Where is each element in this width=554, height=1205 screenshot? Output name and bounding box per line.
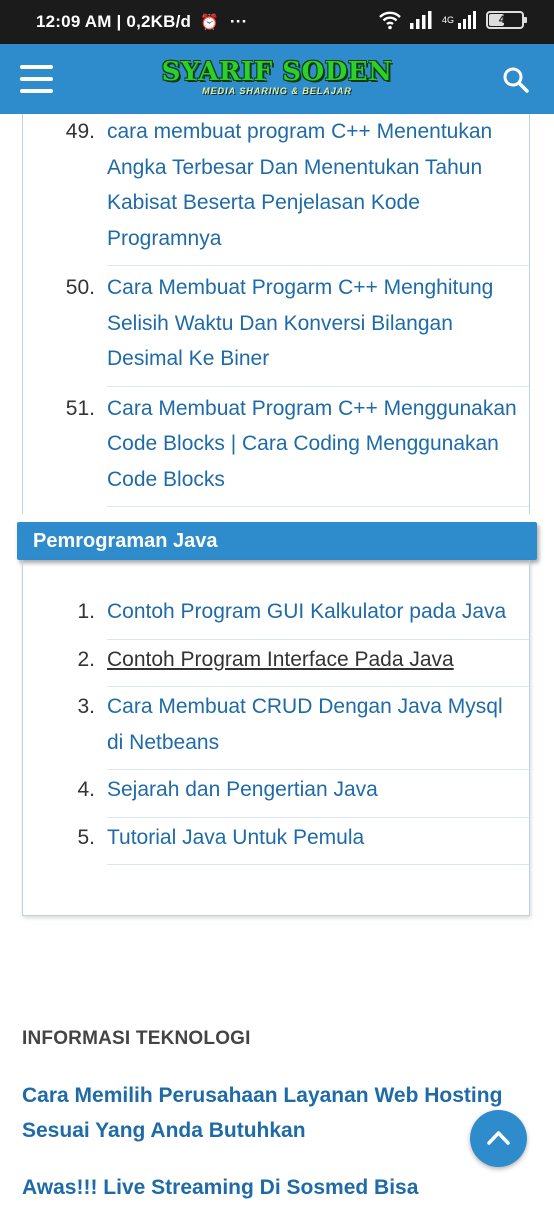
section-header-java: Pemrograman Java bbox=[17, 522, 537, 560]
list-item: 5. Tutorial Java Untuk Pemula bbox=[23, 820, 529, 865]
list-item: 50. Cara Membuat Progarm C++ Menghitung … bbox=[23, 270, 529, 387]
status-bar: 12:09 AM | 0,2KB/d ⏰ ··· 4G 46 bbox=[0, 0, 554, 44]
list-item: 51. Cara Membuat Program C++ Menggunakan… bbox=[23, 391, 529, 507]
more-notifications-icon: ··· bbox=[229, 12, 248, 31]
list-item-link[interactable]: Cara Membuat Progarm C++ Menghitung Seli… bbox=[107, 276, 493, 370]
network-type-label: 4G bbox=[441, 14, 454, 25]
list-item-number: 50. bbox=[65, 276, 95, 299]
cpp-link-list: 49. cara membuat program C++ Menentukan … bbox=[23, 114, 529, 507]
search-icon[interactable] bbox=[502, 66, 530, 94]
site-header: SYARIF SODEN MEDIA SHARING & BELAJAR bbox=[0, 44, 554, 114]
logo-title: SYARIF SODEN bbox=[161, 57, 393, 87]
cpp-list-box: 49. cara membuat program C++ Menentukan … bbox=[22, 114, 530, 514]
list-item-number: 51. bbox=[65, 396, 95, 420]
list-item-number: 3. bbox=[77, 695, 95, 718]
site-logo[interactable]: SYARIF SODEN MEDIA SHARING & BELAJAR bbox=[0, 58, 554, 96]
list-item: 49. cara membuat program C++ Menentukan … bbox=[23, 114, 529, 266]
chevron-up-icon bbox=[487, 1131, 510, 1145]
list-item-link[interactable]: Sejarah dan Pengertian Java bbox=[107, 778, 378, 801]
time-speed-text: 12:09 AM | 0,2KB/d bbox=[36, 12, 192, 31]
logo-subtitle: MEDIA SHARING & BELAJAR bbox=[202, 86, 352, 96]
signal-icon-2 bbox=[458, 11, 478, 29]
list-item-link[interactable]: Tutorial Java Untuk Pemula bbox=[107, 826, 364, 849]
list-item-number: 2. bbox=[77, 647, 95, 671]
list-item-number: 1. bbox=[77, 600, 95, 623]
list-item-number: 5. bbox=[77, 825, 95, 849]
list-item-number: 4. bbox=[77, 778, 95, 801]
battery-icon: 46 bbox=[486, 11, 527, 29]
java-list-box: 1. Contoh Program GUI Kalkulator pada Ja… bbox=[22, 560, 530, 916]
article-link[interactable]: Cara Memilih Perusahaan Layanan Web Host… bbox=[22, 1078, 522, 1148]
list-item-number: 49. bbox=[65, 120, 95, 143]
section-title-informasi-teknologi: INFORMASI TEKNOLOGI bbox=[22, 1028, 251, 1049]
signal-icon bbox=[409, 11, 434, 29]
java-link-list: 1. Contoh Program GUI Kalkulator pada Ja… bbox=[23, 560, 529, 865]
list-item-link[interactable]: Contoh Program GUI Kalkulator pada Java bbox=[107, 600, 506, 623]
list-item: 2. Contoh Program Interface Pada Java bbox=[23, 642, 529, 687]
list-item-link[interactable]: Cara Membuat CRUD Dengan Java Mysql di N… bbox=[107, 695, 503, 754]
list-item-link-visited[interactable]: Contoh Program Interface Pada Java bbox=[107, 648, 454, 671]
list-item-link[interactable]: cara membuat program C++ Menentukan Angk… bbox=[107, 120, 492, 250]
list-item: 1. Contoh Program GUI Kalkulator pada Ja… bbox=[23, 594, 529, 640]
battery-level: 46 bbox=[498, 14, 512, 26]
status-icons: 4G 46 bbox=[378, 10, 527, 30]
wifi-icon bbox=[378, 10, 402, 30]
status-time: 12:09 AM | 0,2KB/d ⏰ ··· bbox=[36, 12, 247, 32]
list-item-link[interactable]: Cara Membuat Program C++ Menggunakan Cod… bbox=[107, 397, 517, 491]
list-item: 4. Sejarah dan Pengertian Java bbox=[23, 772, 529, 818]
back-to-top-button[interactable] bbox=[470, 1110, 527, 1167]
list-item: 3. Cara Membuat CRUD Dengan Java Mysql d… bbox=[23, 689, 529, 770]
alarm-icon: ⏰ bbox=[200, 14, 219, 31]
